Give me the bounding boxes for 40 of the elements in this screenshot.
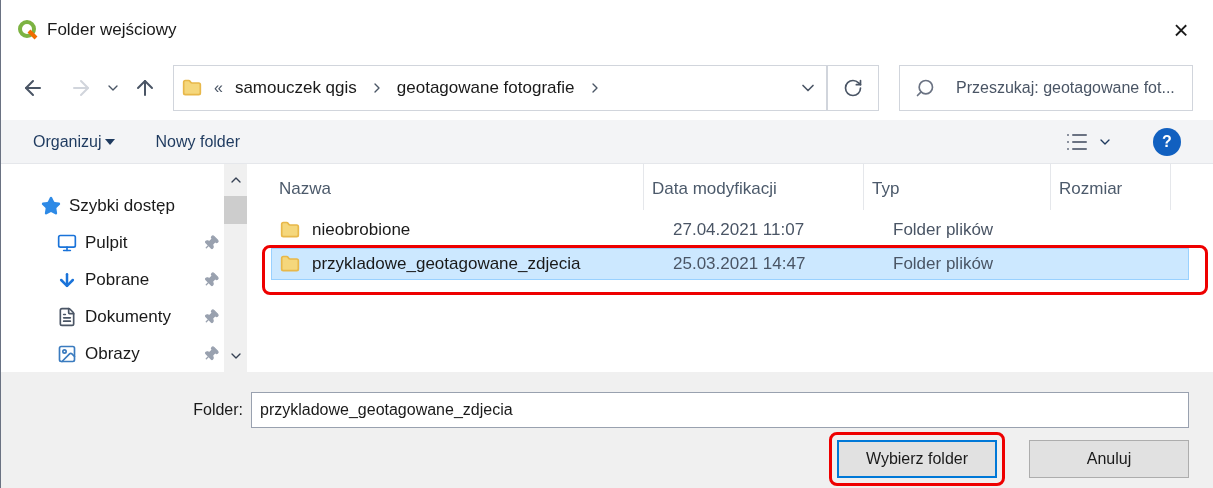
column-header[interactable]: Typ <box>864 164 1051 210</box>
refresh-icon <box>843 78 863 98</box>
folder-icon <box>280 220 300 240</box>
field-label: Folder: <box>193 400 243 420</box>
dialog-button[interactable]: Anuluj <box>1029 440 1189 478</box>
document-icon <box>57 307 77 327</box>
image-icon <box>57 344 77 364</box>
caret-icon <box>105 138 116 145</box>
refresh-button[interactable] <box>827 65 879 111</box>
sidebar-item[interactable]: Pobrane <box>57 266 224 294</box>
sidebar-item[interactable]: Szybki dostęp <box>41 192 224 220</box>
new-folder-button[interactable]: Nowy folder <box>155 129 240 154</box>
sidebar-scrollbar[interactable] <box>224 164 247 372</box>
breadcrumb[interactable]: geotagowane fotografie <box>396 75 575 101</box>
address-bar[interactable]: « samouczek qgis geotagowane fotografie <box>173 65 827 111</box>
breadcrumb[interactable]: samouczek qgis <box>234 75 357 101</box>
column-header[interactable]: Nazwa <box>247 164 644 210</box>
search-icon <box>915 78 935 98</box>
sidebar-item[interactable]: Pulpit <box>57 229 224 257</box>
star-icon <box>41 196 61 216</box>
overflow-chevrons[interactable]: « <box>214 76 223 100</box>
search-field[interactable]: Przeszukaj: geotagowane fot... <box>899 65 1193 111</box>
window-title: Folder wejściowy <box>47 19 177 42</box>
app-logo-icon <box>17 19 39 41</box>
close-button[interactable]: × <box>1165 14 1197 46</box>
monitor-icon <box>57 233 77 253</box>
scroll-thumb[interactable] <box>224 196 247 224</box>
help-button[interactable]: ? <box>1153 127 1181 156</box>
organize-menu[interactable]: Organizuj <box>33 129 116 154</box>
download-icon <box>57 270 77 290</box>
folder-icon <box>182 78 202 98</box>
folder-input-field[interactable]: przykladowe_geotagowane_zdjecia <box>251 392 1189 428</box>
sidebar-item[interactable]: Obrazy <box>57 340 224 368</box>
folder-icon <box>280 254 300 274</box>
column-header[interactable]: Rozmiar <box>1051 164 1171 210</box>
dialog-button[interactable]: Wybierz folder <box>837 440 997 478</box>
file-row[interactable]: nieobrobione 27.04.2021 11:07 Folder plików <box>271 214 1189 246</box>
column-header[interactable]: Data modyfikacji <box>644 164 864 210</box>
file-row[interactable]: przykladowe_geotagowane_zdjecia 25.03.2021 14:47 Folder plików <box>271 248 1189 280</box>
sidebar-item[interactable]: Dokumenty <box>57 303 224 331</box>
